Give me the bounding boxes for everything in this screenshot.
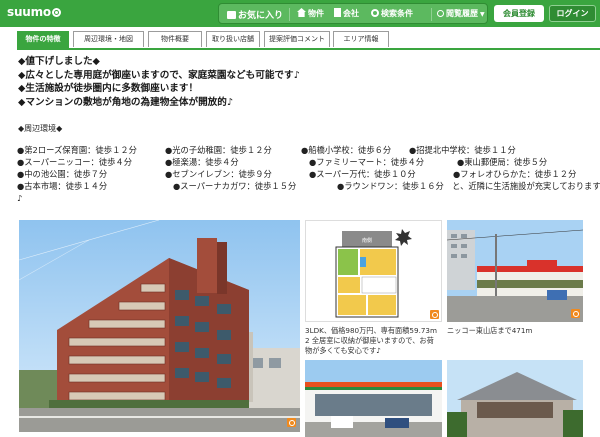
env-entry: ●古本市場：徒歩１４分: [17, 181, 108, 191]
floorplan-label: 南側: [362, 237, 372, 244]
login-button[interactable]: ログイン: [549, 5, 596, 22]
feature-copy: ◆値下げしました◆ ◆広々とした専用庭が御座いますので、家庭菜園なども可能です♪…: [18, 55, 598, 109]
env-entry: ●東山郵便局：徒歩５分: [457, 157, 548, 167]
register-button[interactable]: 会員登録: [494, 5, 544, 22]
zoom-icon[interactable]: [287, 418, 296, 427]
kindergarten-photo[interactable]: [447, 360, 583, 437]
env-entry: ●ラウンドワン：徒歩１６分 と、近隣に生活施設が充実しております: [337, 181, 600, 191]
supermarket-caption: ニッコー東山店まで471m: [447, 326, 533, 335]
env-entry: ♪: [17, 193, 23, 203]
logo-mark-icon: [51, 8, 61, 17]
history-icon: [437, 10, 444, 17]
zoom-icon[interactable]: [571, 309, 580, 318]
supermarket-photo[interactable]: [447, 220, 583, 322]
tab-proposal-comment[interactable]: 提案評価コメント: [264, 31, 330, 47]
nav-properties[interactable]: 物件: [297, 8, 324, 19]
building-exterior-photo[interactable]: [19, 220, 300, 432]
list-item: ●第2ローズ保育園：徒歩１２分 ●光の子幼稚園：徒歩１２分 ●船橋小学校：徒歩６…: [17, 145, 597, 156]
floorplan-caption: 3LDK、価格980万円、専有面積59.73m: [305, 326, 437, 335]
nav-search-conditions[interactable]: 検索条件: [371, 8, 413, 19]
tab-property-overview[interactable]: 物件概要: [148, 31, 202, 47]
list-item: ●古本市場：徒歩１４分 ●スーパーナカガワ：徒歩１５分 ●ラウンドワン：徒歩１６…: [17, 181, 600, 192]
env-entry: ●光の子幼稚園：徒歩１２分: [165, 145, 272, 155]
list-item: ♪: [17, 193, 597, 204]
copy-line: ◆広々とした専用庭が御座いますので、家庭菜園なども可能です♪: [18, 69, 300, 81]
copy-line: ◆値下げしました◆: [18, 56, 100, 67]
tab-shops[interactable]: 取り扱い店舗: [206, 31, 260, 47]
header-nav: お気に入り 物件 会社 検索条件 閲覧履歴 ▼: [218, 3, 488, 24]
tab-features[interactable]: 物件の特徴: [17, 31, 69, 49]
tab-underline: [17, 48, 600, 50]
env-entry: ●セブンイレブン：徒歩９分: [165, 169, 272, 179]
list-item: ●中の池公園：徒歩７分 ●セブンイレブン：徒歩９分 ●スーパー万代：徒歩１０分 …: [17, 169, 597, 180]
tab-area-info[interactable]: エリア情報: [333, 31, 389, 47]
copy-line: ◆マンションの敷地が角地の為建物全体が開放的♪: [18, 96, 233, 108]
copy-line: ◆生活施設が徒歩圏内に多数御座います！: [18, 83, 199, 94]
env-entry: ●招提北中学校：徒歩１１分: [409, 145, 516, 155]
nav-history[interactable]: 閲覧履歴 ▼: [437, 8, 485, 19]
tab-surroundings-map[interactable]: 周辺環境・地図: [73, 31, 144, 47]
surroundings-heading: ◆周辺環境◆: [18, 124, 63, 133]
suumo-logo[interactable]: suumo: [7, 5, 61, 19]
env-entry: ●極楽湯：徒歩４分: [165, 157, 239, 167]
env-entry: ●中の池公園：徒歩７分: [17, 169, 108, 179]
nav-favorites[interactable]: お気に入り: [227, 8, 283, 21]
floorplan-caption: 2 全居室に収納が御座いますので、お荷: [305, 336, 434, 345]
convenience-store-photo[interactable]: [305, 360, 442, 437]
env-entry: ●第2ローズ保育園：徒歩１２分: [17, 145, 137, 155]
nav-companies[interactable]: 会社: [334, 8, 359, 19]
site-header: suumo お気に入り 物件 会社 検索条件 閲覧履歴 ▼ 会員登録 ログイン: [0, 0, 600, 27]
house-icon: [297, 8, 306, 17]
list-item: ●スーパーニッコー：徒歩４分 ●極楽湯：徒歩４分 ●ファミリーマート：徒歩４分 …: [17, 157, 597, 168]
env-entry: ●スーパーナカガワ：徒歩１５分: [173, 181, 297, 191]
nav-divider: [289, 8, 290, 21]
env-entry: ●フォレオひらかた：徒歩１２分: [453, 169, 577, 179]
zoom-icon[interactable]: [430, 310, 439, 319]
building-icon: [334, 8, 341, 17]
env-entry: ●船橋小学校：徒歩６分: [301, 145, 392, 155]
search-icon: [371, 9, 379, 17]
floorplan-image[interactable]: 南側: [305, 220, 442, 322]
caret-down-icon: ▼: [480, 11, 485, 18]
floorplan-caption: 物が多くても安心です♪: [305, 346, 381, 355]
env-entry: ●ファミリーマート：徒歩４分: [309, 157, 425, 167]
nav-divider: [431, 8, 432, 21]
env-entry: ●スーパー万代：徒歩１０分: [309, 169, 416, 179]
heart-list-icon: [227, 11, 236, 19]
surroundings-list: ●第2ローズ保育園：徒歩１２分 ●光の子幼稚園：徒歩１２分 ●船橋小学校：徒歩６…: [17, 145, 600, 205]
env-entry: ●スーパーニッコー：徒歩４分: [17, 157, 133, 167]
